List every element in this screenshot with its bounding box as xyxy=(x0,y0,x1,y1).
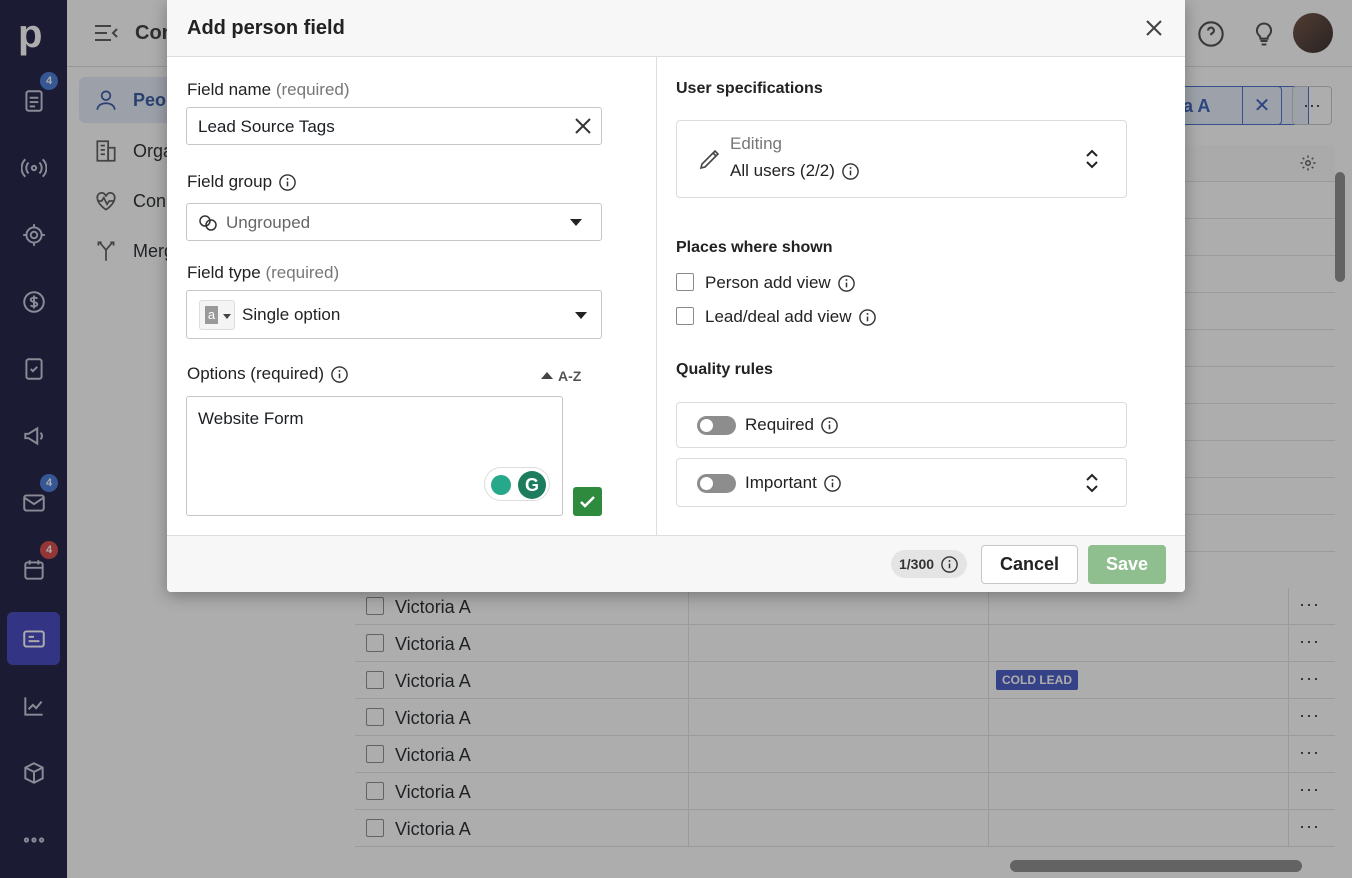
field-type-select[interactable]: a Single option xyxy=(186,290,602,339)
sort-az-button[interactable]: A-Z xyxy=(541,368,581,384)
field-type-value: Single option xyxy=(242,305,341,324)
field-name-label: Field name (required) xyxy=(187,80,350,100)
places-heading: Places where shown xyxy=(676,239,833,256)
dialog-footer: 1/300 Cancel Save xyxy=(167,535,1185,592)
user-specifications-heading: User specifications xyxy=(676,80,823,97)
required-marker: (required) xyxy=(275,80,350,99)
grammarly-widget[interactable]: G xyxy=(484,467,550,501)
permission-users-text: All users (2/2) xyxy=(730,161,835,180)
lead-deal-add-view-text: Lead/deal add view xyxy=(705,307,852,326)
add-person-field-dialog: Add person field Field name (required) L… xyxy=(167,0,1185,592)
option-value: Website Form xyxy=(198,409,304,428)
person-add-view-label: Person add view xyxy=(705,273,856,293)
field-type-label-text: Field type xyxy=(187,263,261,282)
field-group-value: Ungrouped xyxy=(226,213,311,232)
lightbulb-icon xyxy=(491,475,511,495)
required-toggle[interactable] xyxy=(697,416,736,435)
chevron-down-icon xyxy=(575,312,587,319)
group-icon xyxy=(199,215,217,231)
permission-mode: Editing xyxy=(730,134,782,153)
person-add-view-text: Person add view xyxy=(705,273,831,292)
field-type-label: Field type (required) xyxy=(187,263,339,283)
person-add-view-checkbox[interactable] xyxy=(676,273,694,291)
important-label: Important xyxy=(745,473,842,493)
field-count: 1/300 xyxy=(899,556,935,572)
field-group-select[interactable]: Ungrouped xyxy=(186,203,602,241)
column-divider xyxy=(656,57,657,535)
lead-deal-add-view-label: Lead/deal add view xyxy=(705,307,877,327)
option-textarea[interactable]: Website Form G xyxy=(186,396,563,516)
info-icon[interactable] xyxy=(820,416,839,435)
field-name-input[interactable]: Lead Source Tags xyxy=(186,107,602,145)
required-rule-card: Required xyxy=(676,402,1127,448)
important-rule-card[interactable]: Important xyxy=(676,458,1127,507)
user-permissions-selector[interactable]: Editing All users (2/2) xyxy=(676,120,1127,198)
pencil-icon xyxy=(699,149,720,170)
info-icon[interactable] xyxy=(278,173,297,192)
clear-icon[interactable] xyxy=(574,117,592,135)
field-name-label-text: Field name xyxy=(187,80,272,99)
close-button[interactable] xyxy=(1141,15,1167,41)
save-button[interactable]: Save xyxy=(1088,545,1166,584)
sort-label: A-Z xyxy=(558,368,582,384)
grammarly-icon: G xyxy=(518,471,546,499)
dialog-header: Add person field xyxy=(167,0,1185,57)
close-icon xyxy=(1146,20,1162,36)
info-icon[interactable] xyxy=(940,555,959,574)
field-group-label-text: Field group xyxy=(187,172,273,191)
icon-letter: a xyxy=(205,306,218,324)
updown-chevron-icon[interactable] xyxy=(1083,472,1101,499)
info-icon[interactable] xyxy=(841,162,860,181)
quality-rules-heading: Quality rules xyxy=(676,361,773,378)
required-text: Required xyxy=(745,415,814,434)
info-icon[interactable] xyxy=(858,308,877,327)
sort-up-icon xyxy=(541,372,553,379)
field-group-label: Field group xyxy=(187,172,297,192)
important-toggle[interactable] xyxy=(697,474,736,493)
options-label: Options (required) xyxy=(187,364,349,384)
cancel-button[interactable]: Cancel xyxy=(981,545,1078,584)
check-icon xyxy=(580,496,595,508)
required-marker: (required) xyxy=(265,263,340,282)
important-text: Important xyxy=(745,473,817,492)
confirm-option-button[interactable] xyxy=(573,487,602,516)
info-icon[interactable] xyxy=(823,474,842,493)
info-icon[interactable] xyxy=(330,365,349,384)
info-icon[interactable] xyxy=(837,274,856,293)
single-option-icon: a xyxy=(199,300,235,330)
required-label: Required xyxy=(745,415,839,435)
permission-users: All users (2/2) xyxy=(730,161,860,181)
options-label-text: Options (required) xyxy=(187,364,325,383)
chevron-down-icon xyxy=(570,219,582,226)
updown-chevron-icon xyxy=(1083,148,1101,175)
dialog-title: Add person field xyxy=(187,17,345,39)
field-count-badge: 1/300 xyxy=(891,550,968,578)
field-name-value: Lead Source Tags xyxy=(198,117,335,136)
app: p 4 4 4 Con a A ✕ ··· Peo Orga Con Merg … xyxy=(0,0,1352,878)
lead-deal-add-view-checkbox[interactable] xyxy=(676,307,694,325)
